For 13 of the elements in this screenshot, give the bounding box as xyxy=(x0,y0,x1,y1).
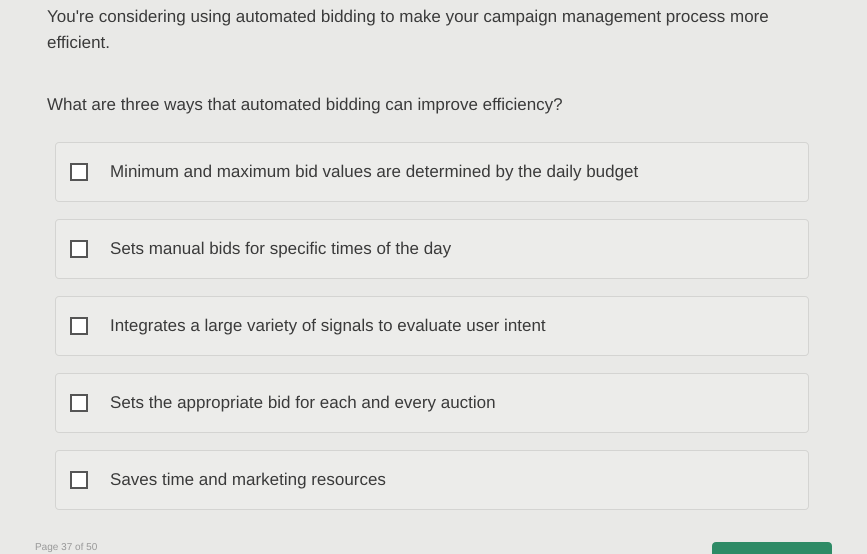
answer-option[interactable]: Sets the appropriate bid for each and every auction xyxy=(55,372,809,432)
checkbox[interactable] xyxy=(70,394,88,412)
intro-text: You're considering using automated bidding to make your campaign management process more efficient. xyxy=(47,6,770,54)
checkbox[interactable] xyxy=(70,316,88,334)
checkbox[interactable] xyxy=(70,240,88,258)
answer-option[interactable]: Minimum and maximum bid values are determined by the daily budget xyxy=(55,142,809,202)
page-indicator: Page 37 of 50 xyxy=(35,542,98,554)
checkbox[interactable] xyxy=(70,162,88,180)
checkbox[interactable] xyxy=(70,470,88,488)
answer-option[interactable]: Saves time and marketing resources xyxy=(55,450,809,510)
answer-option[interactable]: Sets manual bids for specific times of the day xyxy=(55,218,809,278)
question-text: What are three ways that automated bidding can improve efficiency? xyxy=(47,94,564,116)
answer-option[interactable]: Integrates a large variety of signals to evaluate user intent xyxy=(55,296,809,356)
